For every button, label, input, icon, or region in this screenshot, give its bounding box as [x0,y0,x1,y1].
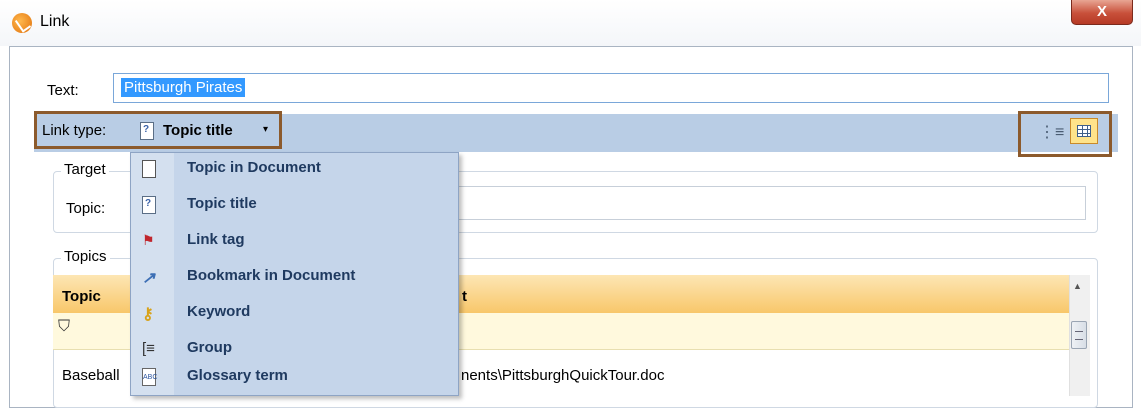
text-input[interactable]: Pittsburgh Pirates [113,73,1109,103]
window-title: Link [40,13,70,30]
scrollbar-thumb[interactable] [1071,321,1087,349]
target-legend: Target [61,161,109,178]
page-icon [142,160,156,178]
menu-item-glossary-term[interactable]: ABC Glossary term [130,360,459,396]
text-input-value: Pittsburgh Pirates [121,78,246,97]
close-button[interactable]: X [1071,0,1133,25]
flag-icon: ⚑ [142,232,155,248]
menu-item-label: Group [187,339,232,356]
menu-item-bookmark-in-document[interactable]: ↗ Bookmark in Document [130,260,459,296]
title-bar: Link [0,0,1141,46]
key-icon: ⚷ [142,306,154,323]
menu-item-topic-in-document[interactable]: Topic in Document [130,152,459,188]
table-row-topic[interactable]: Baseball [62,367,120,384]
menu-item-label: Topic title [187,195,257,212]
link-type-highlight [34,111,282,149]
column-header-topic[interactable]: Topic [62,288,101,305]
glossary-icon: ABC [142,368,157,386]
menu-item-link-tag[interactable]: ⚑ Link tag [130,224,459,260]
menu-item-keyword[interactable]: ⚷ Keyword [130,296,459,332]
menu-item-topic-title[interactable]: Topic title [130,188,459,224]
text-label: Text: [47,82,79,99]
menu-item-label: Glossary term [187,367,288,384]
topics-legend: Topics [61,248,110,265]
topic-title-icon [142,196,156,214]
bookmark-icon: ↗ [142,270,156,287]
topic-label: Topic: [66,200,106,217]
table-row-path[interactable]: nents\PittsburghQuickTour.doc [461,367,664,384]
menu-item-label: Link tag [187,231,245,248]
filter-icon[interactable]: ⛉ [58,318,70,336]
column-header-document[interactable]: t [462,288,467,305]
menu-item-label: Keyword [187,303,251,320]
scroll-up-arrow-icon[interactable]: ▲ [1073,281,1082,291]
menu-item-label: Bookmark in Document [187,267,356,284]
menu-item-label: Topic in Document [187,159,321,176]
view-toggle-highlight [1018,111,1112,157]
group-icon: [≡ [142,340,155,357]
app-logo-icon [12,13,32,33]
